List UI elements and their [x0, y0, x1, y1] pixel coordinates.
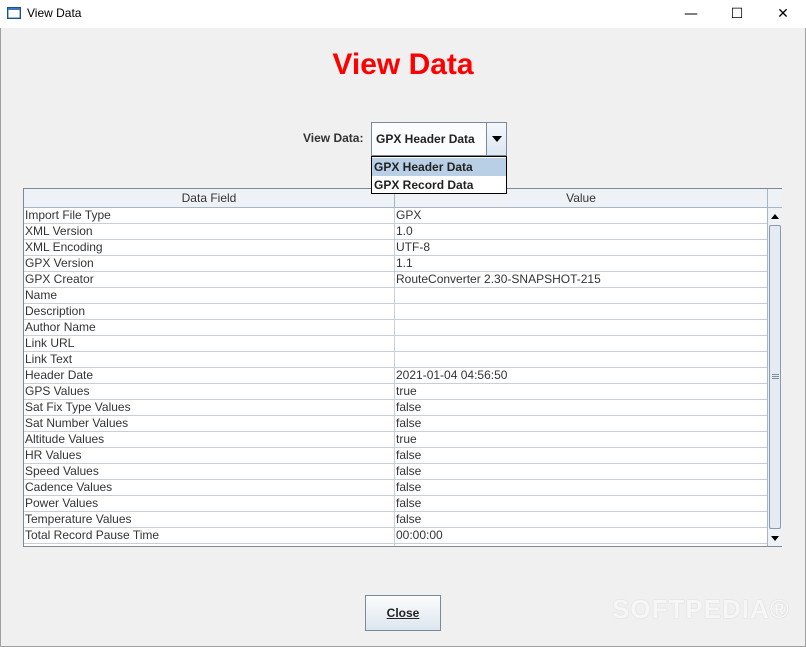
scroll-up-icon [771, 213, 779, 219]
value-cell: false [396, 400, 422, 414]
table-row[interactable]: Link URL [24, 336, 767, 352]
dropdown-option-header[interactable]: GPX Header Data [372, 158, 506, 176]
table-row[interactable]: Cadence Values false [24, 480, 767, 496]
data-field-cell: Author Name [25, 320, 96, 334]
column-divider [394, 208, 395, 546]
value-cell: true [396, 432, 417, 446]
data-field-cell: Cadence Values [25, 480, 113, 494]
table-row[interactable]: Total Record Pause Time 00:00:00 [24, 528, 767, 544]
scroll-down-button[interactable] [768, 530, 782, 546]
table-row[interactable]: Link Text [24, 352, 767, 368]
value-cell: 1.1 [396, 256, 413, 270]
view-data-combobox[interactable]: GPX Header Data [371, 122, 507, 156]
value-cell: 00:00:00 [396, 528, 443, 542]
data-field-cell: Name [25, 288, 58, 302]
table-row[interactable]: Header Date 2021-01-04 04:56:50 [24, 368, 767, 384]
table-row[interactable]: Description [24, 304, 767, 320]
value-cell [396, 352, 766, 367]
scroll-down-icon [771, 535, 779, 541]
table-row[interactable]: HR Values false [24, 448, 767, 464]
value-cell: GPX [396, 208, 422, 222]
data-field-cell: Sat Number Values [25, 416, 129, 430]
table-row[interactable]: Temperature Values false [24, 512, 767, 528]
data-field-cell: Speed Values [25, 464, 99, 478]
view-data-dropdown-list: GPX Header Data GPX Record Data [371, 156, 507, 194]
value-cell: false [396, 512, 422, 526]
value-cell: false [396, 464, 422, 478]
thumb-grip-line [772, 374, 779, 375]
data-field-cell: Sat Fix Type Values [25, 400, 131, 414]
scrollbar-thumb[interactable] [769, 225, 781, 529]
scroll-up-button[interactable] [768, 208, 782, 224]
data-field-cell: XML Encoding [25, 240, 103, 254]
softpedia-watermark: SOFTPEDIA® [612, 594, 790, 624]
value-cell [396, 288, 766, 303]
data-field-cell: GPX Creator [25, 272, 94, 286]
table-row[interactable]: GPX Version 1.1 [24, 256, 767, 272]
table-row[interactable]: Name [24, 288, 767, 304]
data-field-cell: Total Record Pause Time [25, 528, 160, 542]
data-field-cell: XML Version [25, 224, 93, 238]
table-row[interactable]: XML Encoding UTF-8 [24, 240, 767, 256]
value-cell: true [396, 384, 417, 398]
table-row[interactable]: GPX Creator RouteConverter 2.30-SNAPSHOT-… [24, 272, 767, 288]
value-cell: 1.0 [396, 224, 413, 238]
close-button[interactable]: Close [365, 595, 441, 631]
thumb-grip-line [772, 378, 779, 379]
data-field-cell: GPS Values [25, 384, 90, 398]
dropdown-option-record[interactable]: GPX Record Data [372, 176, 506, 194]
data-field-cell: Description [25, 304, 86, 318]
data-field-cell: Temperature Values [25, 512, 132, 526]
value-cell: false [396, 480, 422, 494]
data-table: Data Field Value Import File Type GPX XML… [23, 188, 782, 547]
data-field-cell: Altitude Values [25, 432, 105, 446]
data-field-cell: Link Text [25, 352, 73, 366]
value-cell: UTF-8 [396, 240, 430, 254]
table-body: Import File Type GPX XML Version 1.0 XML E… [24, 208, 767, 544]
data-field-cell: Power Values [25, 496, 99, 510]
combobox-selected-value: GPX Header Data [376, 132, 475, 146]
value-cell: false [396, 416, 422, 430]
value-cell: false [396, 448, 422, 462]
table-row[interactable]: Author Name [24, 320, 767, 336]
table-row[interactable]: Power Values false [24, 496, 767, 512]
window-title: View Data [27, 6, 82, 20]
table-row[interactable]: Altitude Values true [24, 432, 767, 448]
app-window-icon [7, 7, 21, 19]
table-row[interactable]: Import File Type GPX [24, 208, 767, 224]
value-cell [396, 304, 766, 319]
value-cell: RouteConverter 2.30-SNAPSHOT-215 [396, 272, 601, 286]
thumb-grip-line [772, 376, 779, 377]
table-row[interactable]: XML Version 1.0 [24, 224, 767, 240]
table-corner [767, 189, 782, 208]
data-field-cell: GPX Version [25, 256, 94, 270]
chevron-down-icon [491, 136, 502, 142]
close-icon[interactable]: ✕ [760, 0, 806, 28]
data-field-cell: HR Values [25, 448, 82, 462]
column-header-data-field[interactable]: Data Field [24, 189, 395, 207]
combobox-dropdown-button[interactable] [486, 123, 506, 155]
table-row[interactable]: GPS Values true [24, 384, 767, 400]
data-field-cell: Header Date [25, 368, 94, 382]
view-data-label: View Data: [303, 131, 364, 145]
vertical-scrollbar[interactable] [767, 208, 782, 546]
title-bar: View Data — ☐ ✕ [0, 0, 806, 28]
minimize-icon[interactable]: — [668, 0, 714, 28]
maximize-icon[interactable]: ☐ [714, 0, 760, 28]
table-row[interactable]: Sat Fix Type Values false [24, 400, 767, 416]
page-title: View Data [332, 48, 474, 81]
value-cell: false [396, 496, 422, 510]
value-cell: 2021-01-04 04:56:50 [396, 368, 508, 382]
data-field-cell: Import File Type [25, 208, 111, 222]
value-cell [396, 336, 766, 351]
table-row[interactable]: Sat Number Values false [24, 416, 767, 432]
value-cell [396, 320, 766, 335]
data-field-cell: Link URL [25, 336, 75, 350]
table-row[interactable]: Speed Values false [24, 464, 767, 480]
